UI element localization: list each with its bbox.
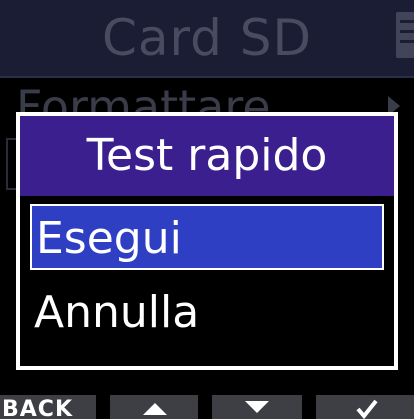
down-button[interactable] [212, 395, 302, 419]
screen-title: Card SD [101, 9, 313, 67]
back-label: BACK [2, 397, 73, 419]
back-button[interactable]: BACK [0, 395, 96, 419]
quick-test-dialog: Test rapido Esegui Annulla [16, 112, 398, 370]
battery-icon [396, 12, 414, 58]
header-bar: Card SD [0, 0, 414, 78]
ok-button[interactable] [316, 395, 414, 419]
arrow-down-icon [245, 401, 269, 413]
check-icon [356, 399, 378, 419]
option-cancel[interactable]: Annulla [30, 280, 384, 346]
background-frame [6, 138, 16, 190]
dialog-title: Test rapido [20, 116, 394, 196]
device-screen: Card SD Formattare Test rapido Esegui An… [0, 0, 414, 419]
up-button[interactable] [110, 395, 198, 419]
option-execute[interactable]: Esegui [30, 204, 384, 270]
arrow-up-icon [143, 403, 167, 415]
